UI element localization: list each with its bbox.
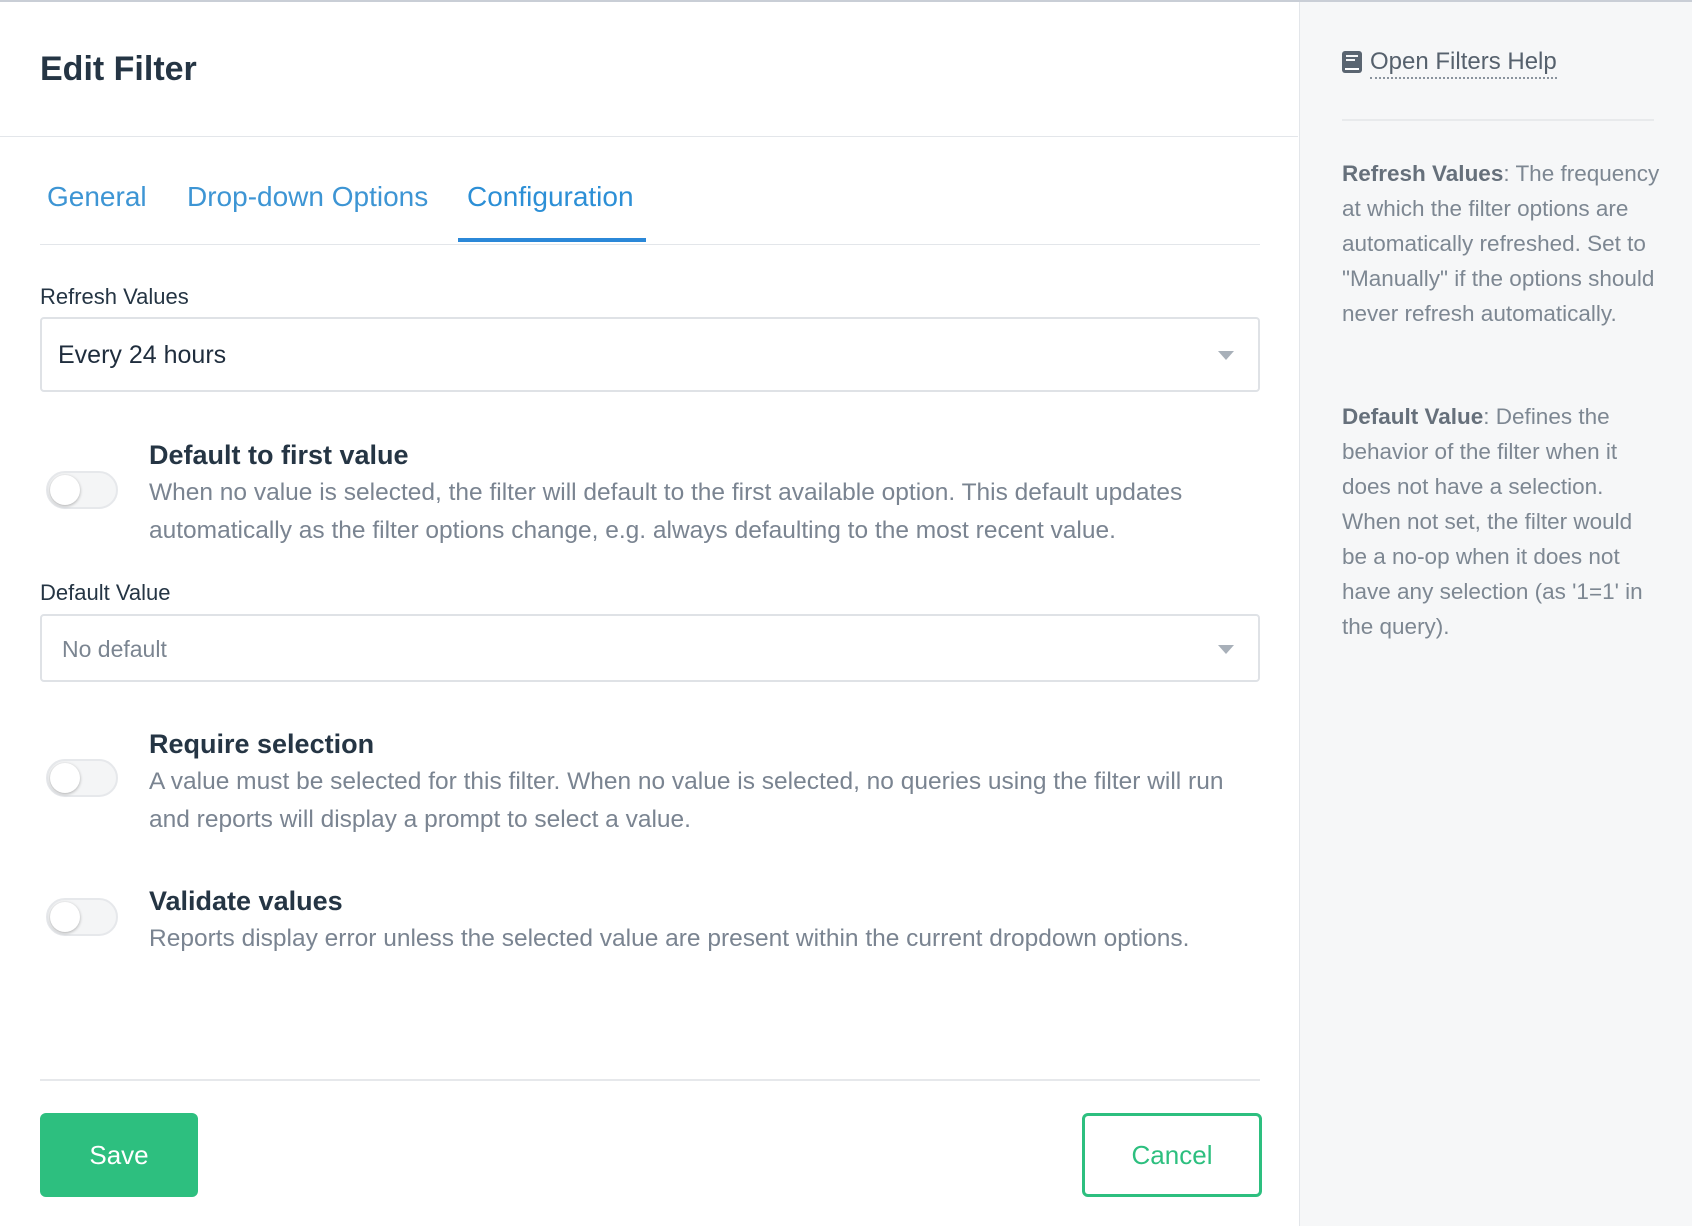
cancel-button[interactable]: Cancel <box>1082 1113 1262 1197</box>
default-first-value-description: When no value is selected, the filter wi… <box>149 479 1183 544</box>
toggle-knob <box>50 763 80 793</box>
require-selection-title: Require selection <box>149 729 375 759</box>
chevron-down-icon <box>1218 351 1234 360</box>
refresh-values-label: Refresh Values <box>40 284 189 309</box>
refresh-values-select[interactable]: Every 24 hours <box>40 317 1260 392</box>
chevron-down-icon <box>1218 645 1234 654</box>
default-value-select[interactable]: No default <box>40 614 1260 682</box>
active-tab-indicator <box>458 238 646 242</box>
help-refresh-values-term: Refresh Values <box>1342 161 1504 186</box>
default-first-value-title: Default to first value <box>149 440 409 470</box>
open-filters-help-label: Open Filters Help <box>1370 48 1557 79</box>
validate-values-toggle[interactable] <box>46 898 118 936</box>
validate-values-description: Reports display error unless the selecte… <box>149 925 1190 952</box>
main-panel: Edit Filter General Drop-down Options Co… <box>0 2 1298 1226</box>
help-default-value-term: Default Value <box>1342 404 1484 429</box>
edit-filter-dialog: Edit Filter General Drop-down Options Co… <box>0 0 1692 1226</box>
help-separator <box>1342 119 1654 121</box>
help-refresh-values: Refresh Values: The frequency at which t… <box>1342 156 1662 331</box>
help-panel: Open Filters Help Refresh Values: The fr… <box>1299 2 1692 1226</box>
default-value-label: Default Value <box>40 580 171 605</box>
open-filters-help-link[interactable]: Open Filters Help <box>1342 48 1557 79</box>
require-selection-toggle[interactable] <box>46 759 118 797</box>
default-first-value-toggle[interactable] <box>46 471 118 509</box>
tab-general[interactable]: General <box>47 181 147 213</box>
require-selection-description: A value must be selected for this filter… <box>149 768 1224 833</box>
tab-bar: General Drop-down Options Configuration <box>40 137 1260 245</box>
tab-dropdown-options[interactable]: Drop-down Options <box>187 181 428 213</box>
toggle-knob <box>50 475 80 505</box>
book-icon <box>1342 51 1362 76</box>
save-button[interactable]: Save <box>40 1113 198 1197</box>
help-default-value: Default Value: Defines the behavior of t… <box>1342 399 1662 644</box>
refresh-values-selected: Every 24 hours <box>58 341 227 369</box>
tab-configuration[interactable]: Configuration <box>467 181 634 213</box>
help-default-value-text: : Defines the behavior of the filter whe… <box>1342 404 1643 639</box>
default-value-placeholder: No default <box>62 636 167 662</box>
validate-values-title: Validate values <box>149 886 343 916</box>
toggle-knob <box>50 902 80 932</box>
footer-divider <box>40 1079 1260 1081</box>
dialog-header: Edit Filter <box>0 2 1298 137</box>
dialog-title: Edit Filter <box>40 50 197 88</box>
